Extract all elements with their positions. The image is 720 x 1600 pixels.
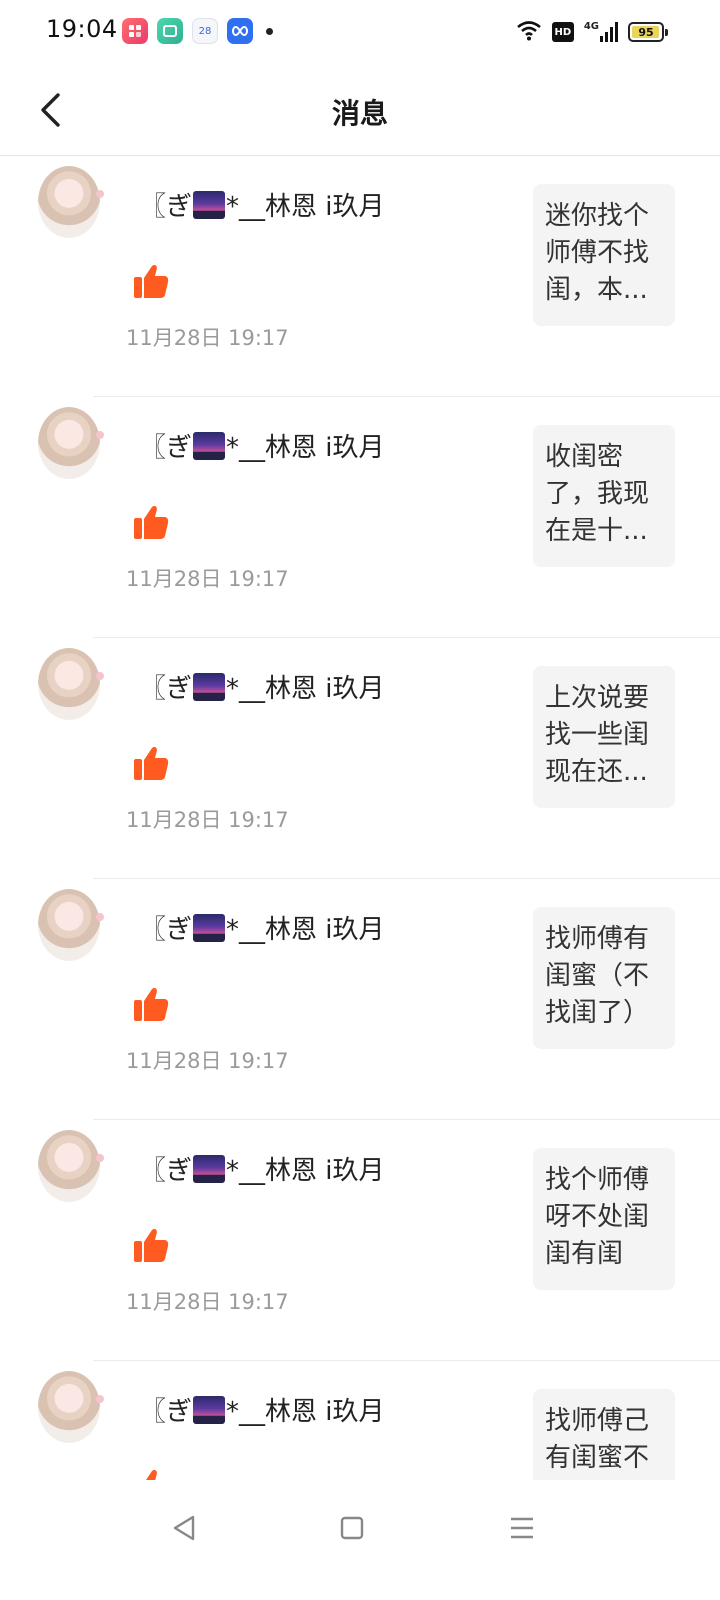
username-suffix: *__林恩 i玖月 xyxy=(226,192,385,222)
post-preview[interactable]: 上次说要找一些闺现在还... xyxy=(533,666,675,808)
username-prefix: 〖ぎ xyxy=(140,433,193,463)
timestamp: 11月28日 19:17 xyxy=(126,1290,289,1314)
battery-level: 95 xyxy=(638,25,654,39)
avatar[interactable] xyxy=(38,166,100,238)
avatar[interactable] xyxy=(38,648,100,720)
username-suffix: *__林恩 i玖月 xyxy=(226,674,385,704)
thumbs-up-icon[interactable] xyxy=(132,744,170,782)
calendar-day: 28 xyxy=(198,25,212,37)
avatar[interactable] xyxy=(38,889,100,961)
post-preview[interactable]: 找师傅有闺蜜（不找闺了） xyxy=(533,907,675,1049)
night-city-emoji-icon xyxy=(193,1395,226,1424)
username-suffix: *__林恩 i玖月 xyxy=(226,1397,385,1427)
message-item[interactable]: 〖ぎ *__林恩 i玖月 11月28日 19:17 上次说要找一些闺现在还... xyxy=(0,638,720,879)
navigation-bar xyxy=(0,1480,720,1600)
nav-home-button[interactable] xyxy=(322,1508,382,1548)
post-preview[interactable]: 迷你找个师傅不找闺，本... xyxy=(533,184,675,326)
night-city-emoji-icon xyxy=(193,913,226,942)
nav-back-button[interactable] xyxy=(154,1508,214,1548)
avatar[interactable] xyxy=(38,1371,100,1443)
username[interactable]: 〖ぎ *__林恩 i玖月 xyxy=(140,1391,385,1428)
avatar-heart-icon xyxy=(96,1395,104,1403)
more-notifications-dot xyxy=(266,27,273,35)
notification-icons: 28 xyxy=(122,18,273,44)
message-list[interactable]: 〖ぎ *__林恩 i玖月 11月28日 19:17 迷你找个师傅不找闺，本... 〖ぎ *… xyxy=(0,156,720,1480)
username-prefix: 〖ぎ xyxy=(140,1397,193,1427)
post-preview[interactable]: 找师傅己有闺蜜不 xyxy=(533,1389,675,1480)
thumbs-up-icon[interactable] xyxy=(132,1467,170,1480)
username[interactable]: 〖ぎ *__林恩 i玖月 xyxy=(140,668,385,705)
username[interactable]: 〖ぎ *__林恩 i玖月 xyxy=(140,909,385,946)
username-suffix: *__林恩 i玖月 xyxy=(226,915,385,945)
thumbs-up-icon[interactable] xyxy=(132,1226,170,1264)
night-city-emoji-icon xyxy=(193,431,226,460)
message-item[interactable]: 〖ぎ *__林恩 i玖月 11月28日 19:17 迷你找个师傅不找闺，本... xyxy=(0,156,720,397)
message-item[interactable]: 〖ぎ *__林恩 i玖月 11月28日 19:17 收闺密了，我现在是十... xyxy=(0,397,720,638)
menu-lines-icon xyxy=(511,1517,533,1539)
username[interactable]: 〖ぎ *__林恩 i玖月 xyxy=(140,1150,385,1187)
thumbs-up-icon[interactable] xyxy=(132,262,170,300)
system-icons: HD 4G 95 xyxy=(516,18,668,46)
avatar-heart-icon xyxy=(96,913,104,921)
post-preview[interactable]: 收闺密了，我现在是十... xyxy=(533,425,675,567)
username-suffix: *__林恩 i玖月 xyxy=(226,433,385,463)
thumbs-up-icon[interactable] xyxy=(132,985,170,1023)
battery-icon: 95 xyxy=(628,22,668,42)
night-city-emoji-icon xyxy=(193,190,226,219)
wifi-icon xyxy=(516,19,542,45)
signal-icon: 4G xyxy=(584,22,618,42)
hd-badge: HD xyxy=(551,22,574,42)
timestamp: 11月28日 19:17 xyxy=(126,1049,289,1073)
username-prefix: 〖ぎ xyxy=(140,1156,193,1186)
night-city-emoji-icon xyxy=(193,672,226,701)
infinity-app-icon xyxy=(227,18,253,44)
timestamp: 11月28日 19:17 xyxy=(126,567,289,591)
app-icon-red xyxy=(122,18,148,44)
avatar-heart-icon xyxy=(96,672,104,680)
timestamp: 11月28日 19:17 xyxy=(126,326,289,350)
message-item[interactable]: 〖ぎ *__林恩 i玖月 11月28日 19:17 找师傅有闺蜜（不找闺了） xyxy=(0,879,720,1120)
username[interactable]: 〖ぎ *__林恩 i玖月 xyxy=(140,427,385,464)
timestamp: 11月28日 19:17 xyxy=(126,808,289,832)
username-prefix: 〖ぎ xyxy=(140,192,193,222)
post-preview[interactable]: 找个师傅呀不处闺闺有闺 xyxy=(533,1148,675,1290)
message-item[interactable]: 〖ぎ *__林恩 i玖月 找师傅己有闺蜜不 xyxy=(0,1361,720,1480)
night-city-emoji-icon xyxy=(193,1154,226,1183)
calendar-icon: 28 xyxy=(192,18,218,44)
back-triangle-icon xyxy=(173,1515,195,1541)
username-prefix: 〖ぎ xyxy=(140,915,193,945)
username-prefix: 〖ぎ xyxy=(140,674,193,704)
avatar[interactable] xyxy=(38,407,100,479)
thumbs-up-icon[interactable] xyxy=(132,503,170,541)
avatar[interactable] xyxy=(38,1130,100,1202)
avatar-heart-icon xyxy=(96,190,104,198)
network-type: 4G xyxy=(583,21,599,32)
status-bar: 19:04 28 HD 4G 95 xyxy=(0,0,720,64)
message-item[interactable]: 〖ぎ *__林恩 i玖月 11月28日 19:17 找个师傅呀不处闺闺有闺 xyxy=(0,1120,720,1361)
app-icon-green xyxy=(157,18,183,44)
username[interactable]: 〖ぎ *__林恩 i玖月 xyxy=(140,186,385,223)
page-title: 消息 xyxy=(331,97,388,130)
avatar-heart-icon xyxy=(96,1154,104,1162)
home-square-icon xyxy=(340,1516,364,1540)
status-time: 19:04 xyxy=(46,15,118,43)
avatar-heart-icon xyxy=(96,431,104,439)
header: 消息 xyxy=(0,64,720,156)
username-suffix: *__林恩 i玖月 xyxy=(226,1156,385,1186)
nav-menu-button[interactable] xyxy=(492,1508,552,1548)
